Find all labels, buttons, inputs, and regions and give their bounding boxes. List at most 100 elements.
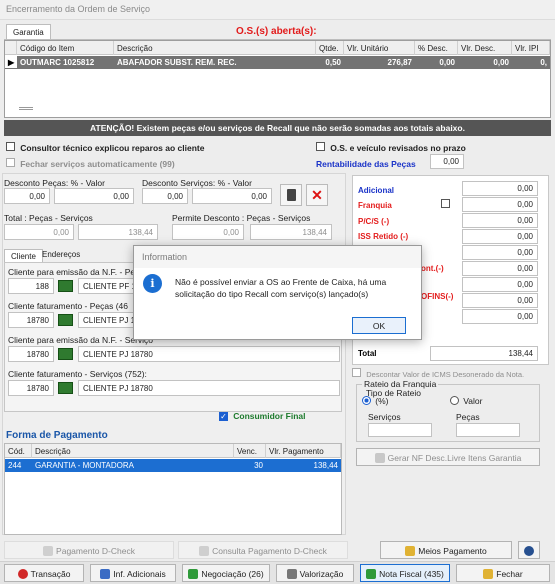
col-vlr-pagamento[interactable]: Vlr. Pagamento: [266, 444, 341, 458]
franquia-checkbox[interactable]: [441, 199, 450, 208]
scrollbar-grip[interactable]: [19, 107, 33, 110]
client-fat-servicos-name[interactable]: CLIENTE PJ 18780: [78, 380, 340, 396]
col-venc[interactable]: Venc.: [234, 444, 266, 458]
cell-qtde: 0,50: [325, 58, 341, 67]
client-nf-pecas-name[interactable]: CLIENTE PF 1: [78, 278, 138, 294]
rateio-pecas-field[interactable]: [456, 423, 520, 437]
rateio-valor-label: Valor: [463, 396, 483, 406]
items-grid[interactable]: Código do Item Descrição Qtde. Vlr. Unit…: [4, 40, 551, 118]
tab-garantia[interactable]: Garantia: [6, 24, 51, 40]
summary-field-9[interactable]: 0,00: [462, 309, 538, 324]
summary-field-8[interactable]: 0,00: [462, 293, 538, 308]
client-search-icon[interactable]: [58, 314, 73, 326]
nota-fiscal-label: Nota Fiscal (435): [379, 569, 444, 579]
window-title: Encerramento da Ordem de Serviço: [0, 0, 555, 20]
client-nf-servico-name[interactable]: CLIENTE PJ 18780: [78, 346, 340, 362]
consumidor-final-checkbox[interactable]: ✓: [219, 412, 228, 421]
fechar-button[interactable]: Fechar: [456, 564, 550, 582]
desconto-pecas-pct-field[interactable]: 0,00: [4, 188, 50, 204]
col-descricao[interactable]: Descrição: [114, 41, 316, 55]
col-pct-desc[interactable]: % Desc.: [415, 41, 458, 55]
os-veiculo-checkbox[interactable]: [316, 142, 325, 151]
table-row[interactable]: 244 GARANTIA - MONTADORA 30 138,44: [5, 459, 341, 472]
payment-icon: [43, 546, 54, 556]
summary-field-6[interactable]: 0,00: [462, 261, 538, 276]
consumidor-final-label: Consumidor Final: [233, 411, 306, 421]
col-vlr-desc[interactable]: Vlr. Desc.: [458, 41, 512, 55]
consultor-checkbox[interactable]: [6, 142, 15, 151]
total-pecas-field[interactable]: 0,00: [4, 224, 74, 240]
table-row[interactable]: ▶ OUTMARC 1025812 ABAFADOR SUBST. REM. R…: [5, 56, 550, 69]
client-fat-pecas-name[interactable]: CLIENTE PJ 1: [78, 312, 138, 328]
permite-pecas-field[interactable]: 0,00: [172, 224, 244, 240]
fechar-servicos-checkbox-group[interactable]: Fechar serviços automaticamente (99): [6, 158, 175, 169]
negociacao-button[interactable]: Negociação (26): [182, 564, 270, 582]
franquia-field[interactable]: 0,00: [462, 197, 538, 212]
consultor-label: Consultor técnico explicou reparos ao cl…: [20, 143, 205, 153]
gerar-nf-button[interactable]: Gerar NF Desc.Livre Itens Garantia: [356, 448, 540, 466]
payment-grid[interactable]: Cód. Descrição Venc. Vlr. Pagamento 244 …: [4, 443, 342, 535]
transacao-button[interactable]: Transação: [4, 564, 84, 582]
col-cod[interactable]: Cód.: [5, 444, 32, 458]
client-nf-servico-code[interactable]: 18780: [8, 346, 54, 362]
nota-fiscal-button[interactable]: Nota Fiscal (435): [360, 564, 450, 582]
client-search-icon[interactable]: [58, 348, 73, 360]
desconto-servicos-valor-field[interactable]: 0,00: [192, 188, 272, 204]
briefcase-icon: [286, 569, 297, 579]
summary-field-5[interactable]: 0,00: [462, 245, 538, 260]
rateio-valor-radio[interactable]: [450, 396, 459, 405]
os-veiculo-label: O.S. e veículo revisados no prazo: [330, 143, 466, 153]
calculator-button[interactable]: [280, 184, 302, 206]
icms-checkbox[interactable]: [352, 368, 361, 377]
ok-button[interactable]: OK: [352, 317, 406, 334]
os-status-title: O.S.(s) aberta(s):: [236, 26, 317, 37]
col-vlr-unitario[interactable]: Vlr. Unitário: [344, 41, 415, 55]
client-fat-pecas-code[interactable]: 18780: [8, 312, 54, 328]
consumidor-final-checkbox-group[interactable]: ✓ Consumidor Final: [219, 411, 305, 421]
information-dialog: Information i Não é possível enviar a OS…: [133, 245, 422, 340]
document-icon: [374, 453, 385, 463]
permite-servicos-field[interactable]: 138,44: [250, 224, 332, 240]
desconto-pecas-valor-field[interactable]: 0,00: [54, 188, 134, 204]
icms-checkbox-group[interactable]: Descontar Valor de ICMS Desonerado da No…: [352, 368, 524, 379]
transaction-icon: [17, 569, 28, 579]
clear-discount-button[interactable]: ✕: [306, 184, 328, 206]
pcs-field[interactable]: 0,00: [462, 213, 538, 228]
client-search-icon[interactable]: [58, 382, 73, 394]
meios-pagamento-button[interactable]: Meios Pagamento: [380, 541, 512, 559]
row-pointer-icon: ▶: [5, 56, 17, 68]
rateio-servicos-field[interactable]: [368, 423, 432, 437]
fechar-label: Fechar: [496, 569, 523, 579]
client-nf-pecas-code[interactable]: 188: [8, 278, 54, 294]
total-field[interactable]: 138,44: [430, 346, 538, 361]
rentabilidade-field[interactable]: 0,00: [430, 154, 464, 169]
client-fat-servicos-code[interactable]: 18780: [8, 380, 54, 396]
os-veiculo-checkbox-group[interactable]: O.S. e veículo revisados no prazo: [316, 142, 466, 153]
rateio-pct-option[interactable]: (%): [362, 396, 388, 406]
fechar-servicos-checkbox[interactable]: [6, 158, 15, 167]
col-vlr-ipi[interactable]: Vlr. IPI: [512, 41, 550, 55]
pagamento-dcheck-button[interactable]: Pagamento D-Check: [4, 541, 174, 559]
rateio-valor-option[interactable]: Valor: [450, 396, 482, 406]
consulta-dcheck-button[interactable]: Consulta Pagamento D-Check: [178, 541, 348, 559]
total-servicos-field[interactable]: 138,44: [78, 224, 158, 240]
adicional-field[interactable]: 0,00: [462, 181, 538, 196]
rateio-pct-radio[interactable]: [362, 396, 371, 405]
refresh-button[interactable]: [518, 541, 540, 559]
summary-field-7[interactable]: 0,00: [462, 277, 538, 292]
col-pay-descricao[interactable]: Descrição: [32, 444, 234, 458]
franquia-label: Franquia: [358, 201, 392, 210]
client-fat-servicos-label: Cliente faturamento - Serviços (752):: [8, 369, 147, 379]
iss-field[interactable]: 0,00: [462, 229, 538, 244]
negociacao-label: Negociação (26): [201, 569, 264, 579]
col-qtde[interactable]: Qtde.: [316, 41, 344, 55]
tab-cliente[interactable]: Cliente: [4, 249, 43, 263]
valorizacao-button[interactable]: Valorização: [276, 564, 354, 582]
client-search-icon[interactable]: [58, 280, 73, 292]
consultor-checkbox-group[interactable]: Consultor técnico explicou reparos ao cl…: [6, 142, 204, 153]
tab-enderecos[interactable]: Endereços: [42, 250, 80, 259]
transacao-label: Transação: [30, 569, 71, 579]
col-codigo[interactable]: Código do Item: [17, 41, 114, 55]
inf-adicionais-button[interactable]: Inf. Adicionais: [90, 564, 176, 582]
desconto-servicos-pct-field[interactable]: 0,00: [142, 188, 188, 204]
